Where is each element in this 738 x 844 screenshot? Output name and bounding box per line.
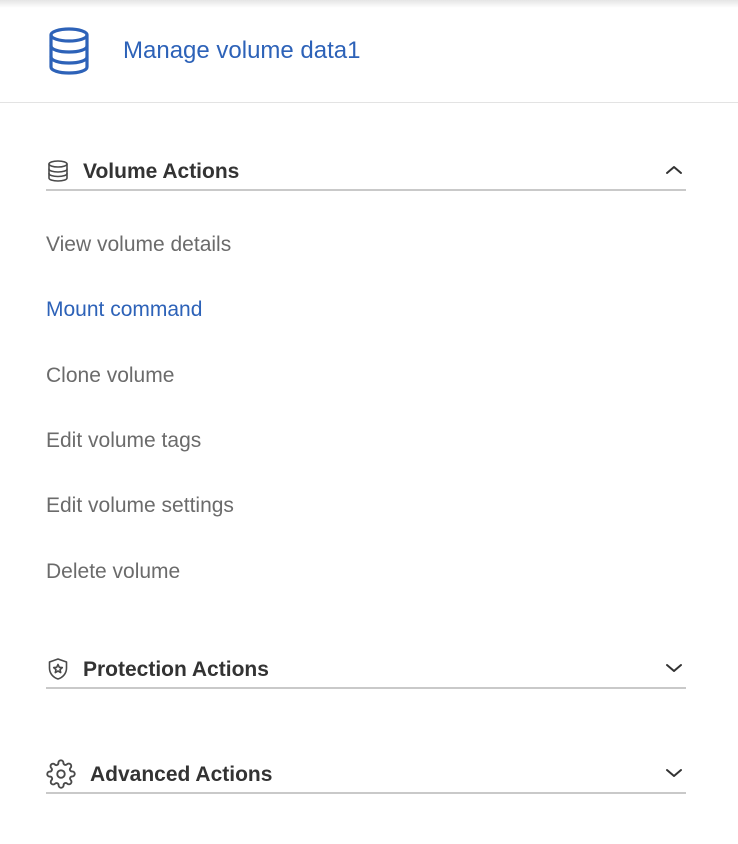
menu-item-mount-command[interactable]: Mount command — [46, 297, 202, 323]
section-advanced-actions[interactable]: Advanced Actions — [46, 756, 686, 794]
panel-header: Manage volume data1 — [0, 0, 738, 103]
menu-item-clone-volume[interactable]: Clone volume — [46, 363, 174, 389]
section-label: Advanced Actions — [90, 763, 273, 786]
database-icon — [48, 160, 68, 182]
page-title: Manage volume data1 — [123, 37, 361, 64]
section-volume-actions[interactable]: Volume Actions — [46, 153, 686, 191]
chevron-down-icon[interactable] — [664, 662, 684, 674]
chevron-up-icon[interactable] — [664, 164, 684, 176]
manage-volume-panel: Manage volume data1 Volume Actions View … — [0, 0, 738, 844]
menu-item-view-volume-details[interactable]: View volume details — [46, 232, 231, 258]
section-protection-actions[interactable]: Protection Actions — [46, 651, 686, 689]
menu-item-delete-volume[interactable]: Delete volume — [46, 559, 180, 585]
section-label: Volume Actions — [83, 160, 240, 183]
menu-item-edit-volume-tags[interactable]: Edit volume tags — [46, 428, 201, 454]
chevron-down-icon[interactable] — [664, 767, 684, 779]
section-label: Protection Actions — [83, 658, 269, 681]
shield-star-icon — [48, 658, 68, 680]
gear-icon — [46, 759, 76, 789]
menu-item-edit-volume-settings[interactable]: Edit volume settings — [46, 493, 234, 519]
database-icon — [49, 27, 89, 75]
